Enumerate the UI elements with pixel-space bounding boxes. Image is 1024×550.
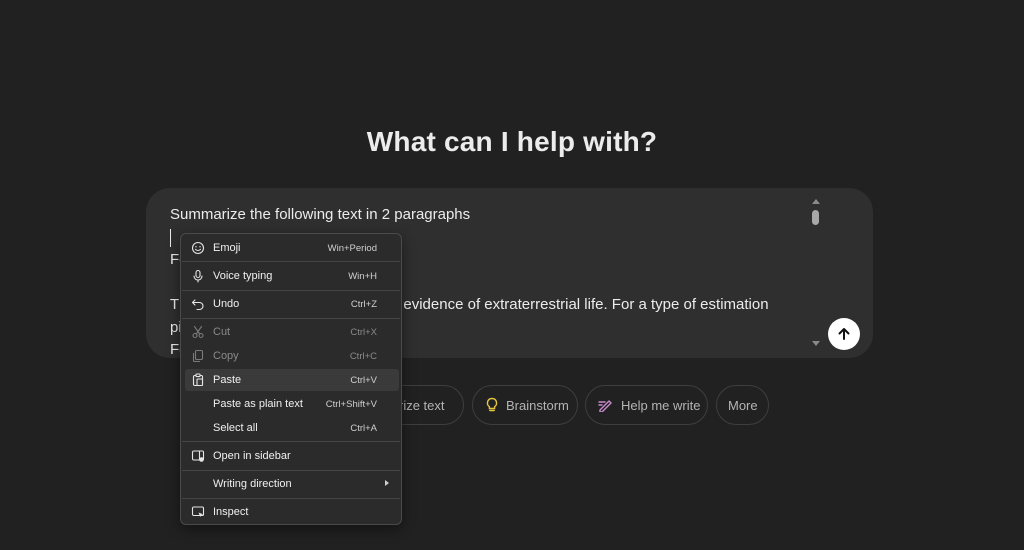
- menu-item-label: Copy: [213, 350, 239, 362]
- chip-label: Brainstorm: [506, 397, 569, 413]
- lightbulb-icon: [486, 397, 498, 412]
- undo-icon: [191, 299, 204, 311]
- menu-item-inspect[interactable]: Inspect: [185, 501, 399, 523]
- menu-item-label: Voice typing: [213, 270, 273, 282]
- submenu-arrow-icon: [385, 480, 389, 486]
- menu-item-label: Inspect: [213, 506, 249, 518]
- scroll-up-arrow-icon[interactable]: [812, 199, 820, 204]
- page-title: What can I help with?: [366, 126, 658, 157]
- scroll-down-arrow-icon[interactable]: [812, 341, 820, 346]
- menu-item-label: Undo: [213, 298, 240, 310]
- menu-separator: [182, 290, 400, 291]
- paste-icon: [192, 373, 204, 387]
- menu-item-cut[interactable]: Cut Ctrl+X: [185, 321, 399, 343]
- pen-icon: [598, 400, 612, 412]
- menu-item-label: Emoji: [213, 242, 241, 254]
- chip-label: More: [728, 397, 758, 413]
- menu-item-shortcut: Win+Period: [327, 243, 377, 254]
- inspect-icon: [191, 506, 205, 517]
- menu-item-emoji[interactable]: Emoji Win+Period: [185, 237, 399, 259]
- menu-item-shortcut: Ctrl+A: [350, 423, 377, 434]
- help-me-write-chip[interactable]: Help me write: [585, 385, 708, 425]
- brainstorm-chip[interactable]: Brainstorm: [472, 385, 578, 425]
- emoji-icon: [191, 241, 205, 255]
- menu-item-label: Select all: [213, 422, 258, 434]
- copy-icon: [192, 349, 204, 363]
- menu-item-writing-direction[interactable]: Writing direction: [185, 473, 399, 495]
- menu-separator: [182, 318, 400, 319]
- menu-item-label: Cut: [213, 326, 231, 338]
- menu-item-paste-plain-text[interactable]: Paste as plain text Ctrl+Shift+V: [185, 393, 399, 415]
- menu-separator: [182, 261, 400, 262]
- chip-label: Help me write: [621, 397, 701, 413]
- menu-item-undo[interactable]: Undo Ctrl+Z: [185, 293, 399, 315]
- menu-item-label: Open in sidebar: [213, 450, 291, 462]
- menu-item-label: Paste as plain text: [213, 398, 303, 410]
- chip-label: rize text: [399, 397, 445, 413]
- context-menu: Emoji Win+Period Voice typing Win+H Undo…: [180, 233, 402, 525]
- send-button[interactable]: [828, 318, 860, 350]
- menu-item-paste[interactable]: Paste Ctrl+V: [185, 369, 399, 391]
- scissors-icon: [192, 325, 204, 339]
- more-chip[interactable]: More: [716, 385, 769, 425]
- menu-item-shortcut: Ctrl+C: [349, 351, 377, 362]
- menu-item-label: Writing direction: [213, 478, 292, 490]
- sidebar-icon: [191, 450, 205, 462]
- menu-item-shortcut: Ctrl+V: [350, 375, 377, 386]
- menu-item-shortcut: Win+H: [348, 271, 377, 282]
- arrow-up-icon: [838, 328, 850, 340]
- scrollbar-thumb[interactable]: [812, 210, 819, 225]
- menu-item-select-all[interactable]: Select all Ctrl+A: [185, 417, 399, 439]
- microphone-icon: [193, 269, 203, 283]
- menu-item-shortcut: Ctrl+Shift+V: [325, 399, 377, 410]
- menu-item-shortcut: Ctrl+Z: [350, 299, 377, 310]
- menu-separator: [182, 498, 400, 499]
- menu-item-label: Paste: [213, 374, 242, 386]
- menu-item-shortcut: Ctrl+X: [350, 327, 377, 338]
- prompt-line: Summarize the following text in 2 paragr…: [170, 206, 471, 223]
- menu-item-voice-typing[interactable]: Voice typing Win+H: [185, 265, 399, 287]
- menu-separator: [182, 441, 400, 442]
- text-caret: [170, 228, 171, 247]
- menu-item-copy[interactable]: Copy Ctrl+C: [185, 345, 399, 367]
- menu-item-open-in-sidebar[interactable]: Open in sidebar: [185, 445, 399, 467]
- menu-separator: [182, 470, 400, 471]
